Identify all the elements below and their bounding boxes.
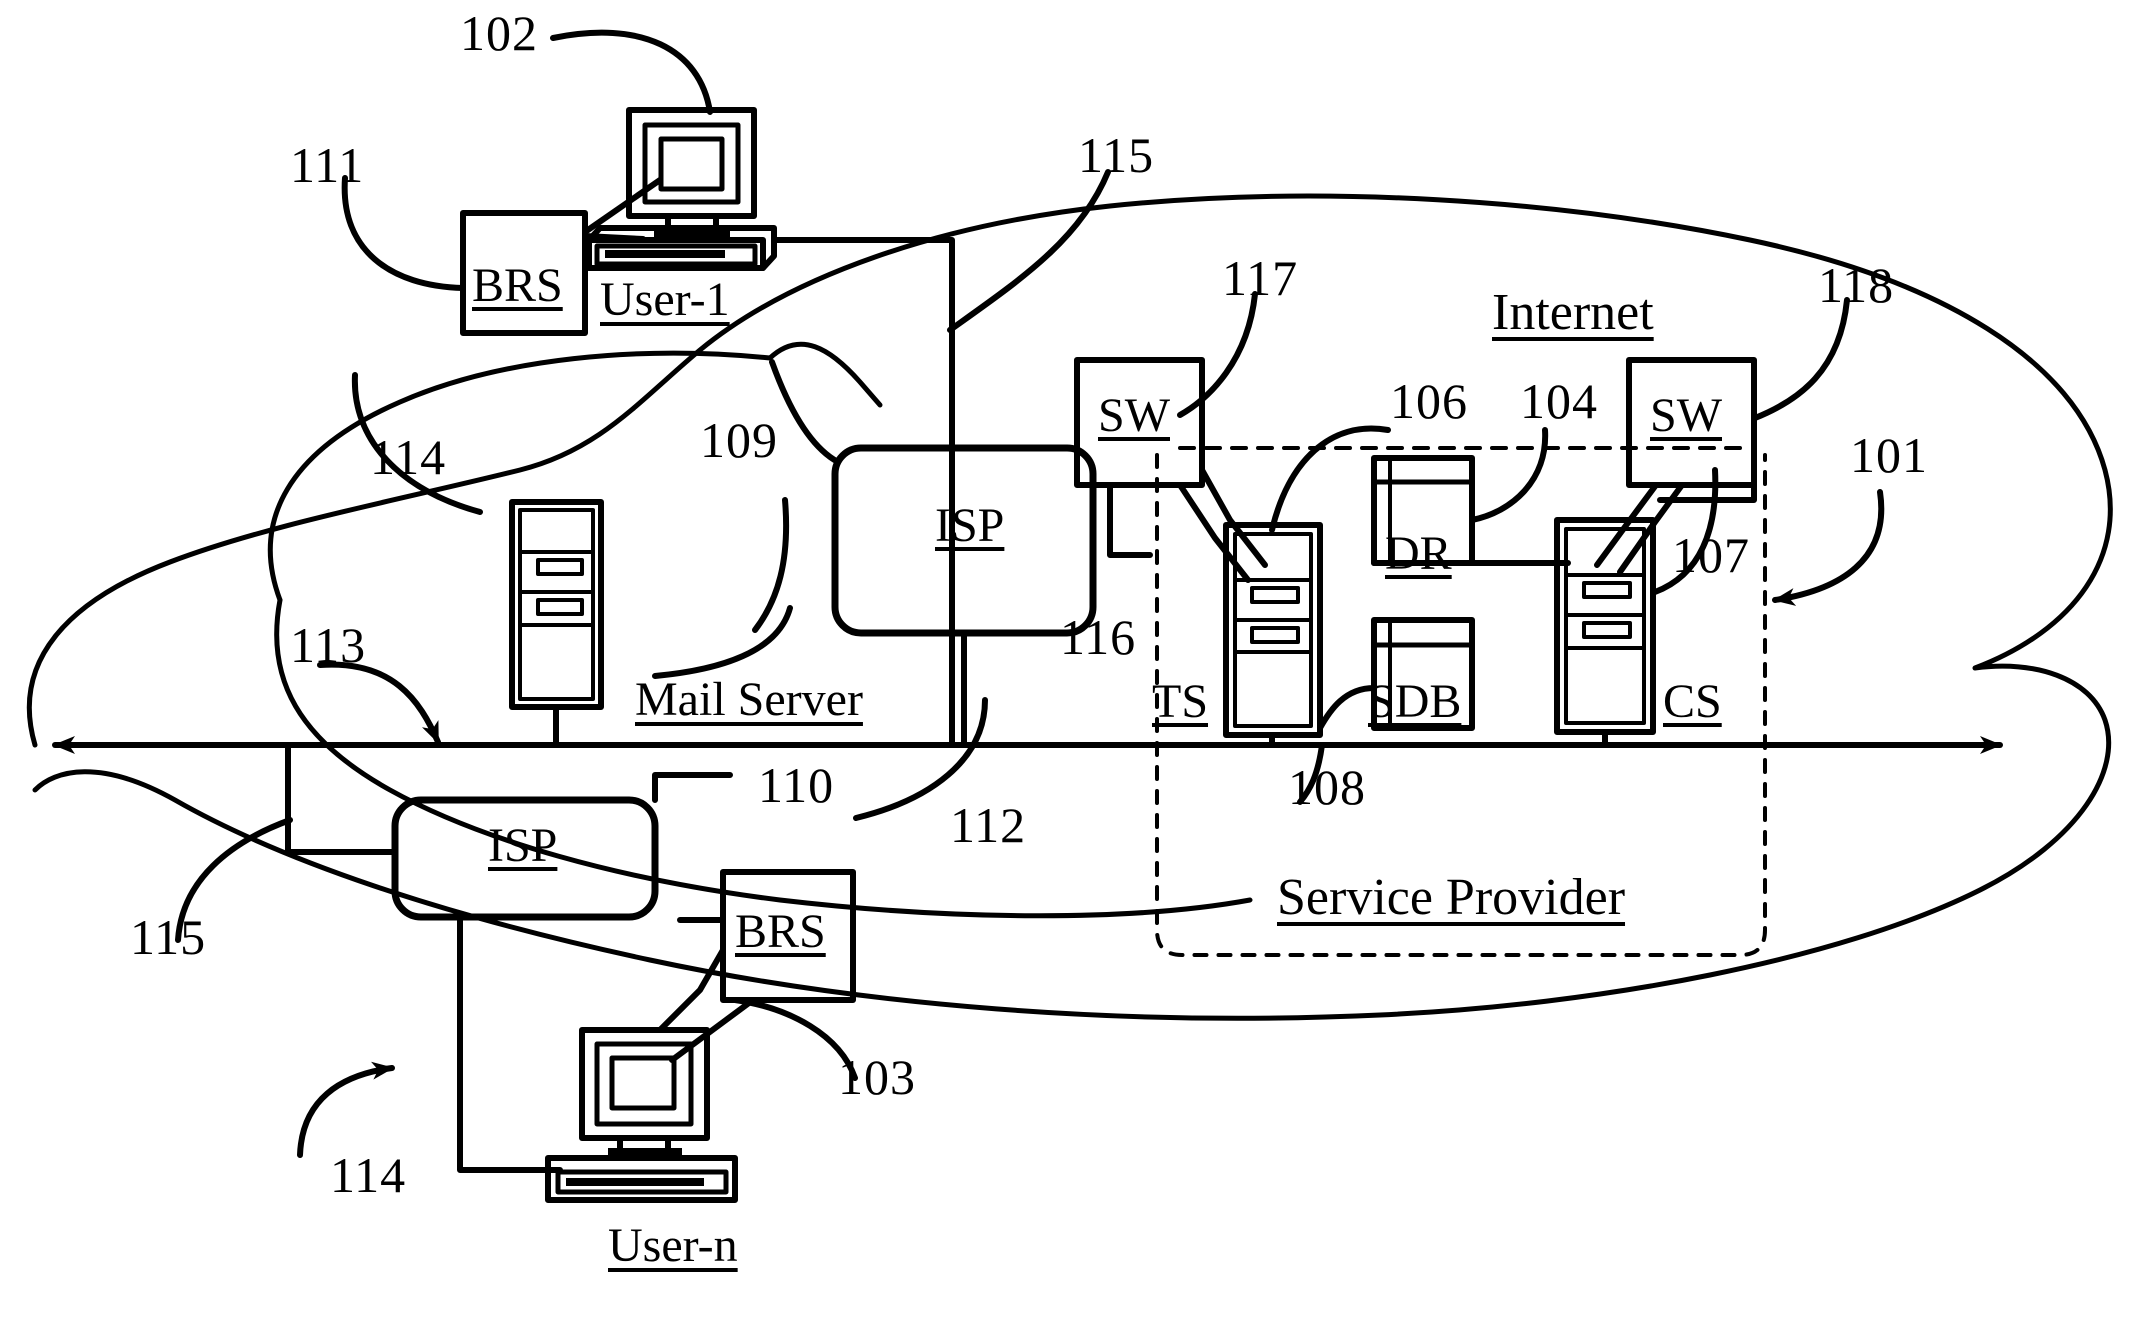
sw-right-label: SW: [1650, 389, 1722, 442]
brs-top-leader2: [582, 233, 646, 242]
usern-monitor-screen: [609, 1055, 677, 1111]
cs-bay1: [1582, 581, 1632, 599]
ref-109: 109: [700, 412, 778, 468]
ref-107: 107: [1672, 527, 1750, 583]
ref-104: 104: [1520, 373, 1598, 429]
brs-bottom-label: BRS: [735, 905, 826, 958]
leader-109: [769, 359, 841, 465]
service-provider-label: Service Provider: [1277, 869, 1626, 926]
cs-bay2: [1582, 621, 1632, 639]
ref-112: 112: [950, 797, 1027, 853]
mail-server-tower-outer: [509, 499, 604, 710]
brs-top-label: BRS: [472, 259, 563, 312]
ref-113: 113: [290, 617, 367, 673]
leader-113: [317, 661, 441, 745]
user1-case-slot-inner: [605, 250, 725, 258]
sw-right-to-cs: [1594, 482, 1659, 568]
cs-label: CS: [1663, 675, 1722, 728]
ref-116: 116: [1060, 609, 1137, 665]
isp-top-label: ISP: [935, 499, 1005, 552]
leader-115-top: [947, 169, 1111, 333]
isp-bottom-label: ISP: [488, 819, 558, 872]
ref-111: 111: [290, 137, 365, 193]
leader-114-bottom: [297, 1061, 395, 1158]
sdb-label: SDB: [1368, 675, 1462, 728]
sdb-to-ts-link: [1317, 685, 1377, 731]
internet-cloud-outline: [26, 193, 2113, 1021]
leader-101: [1772, 489, 1885, 606]
ref-115-top: 115: [1078, 127, 1155, 183]
mail-server-bay1: [536, 558, 584, 576]
usern-case-slot-inner: [566, 1178, 704, 1186]
leader-106: [1269, 425, 1391, 533]
ref-108: 108: [1288, 759, 1366, 815]
ref-102: 102: [460, 5, 538, 61]
brs-top-leader: [582, 177, 663, 235]
leader-102: [550, 29, 713, 115]
sw-left-label: SW: [1098, 389, 1170, 442]
usern-label: User-n: [608, 1219, 738, 1272]
dr-label: DR: [1385, 527, 1452, 580]
mail-server-bay2: [536, 598, 584, 616]
isp-bottom-left-stub: [285, 742, 398, 855]
leader-117: [1177, 291, 1258, 418]
ref-101: 101: [1850, 427, 1928, 483]
ref-115-bottom: 115: [130, 909, 207, 965]
ts-bay1: [1250, 586, 1300, 604]
mail-server-label: Mail Server: [635, 673, 863, 726]
user1-monitor-screen: [658, 136, 725, 192]
ts-label: TS: [1152, 675, 1209, 728]
ref-114-bottom: 114: [330, 1147, 407, 1203]
user1-to-isp-link: [771, 237, 955, 748]
ts-bay2: [1250, 626, 1300, 644]
ref-117: 117: [1222, 250, 1299, 306]
ref-118: 118: [1818, 257, 1895, 313]
isp-bottom-to-usern: [457, 914, 563, 1173]
ref-103: 103: [838, 1049, 916, 1105]
user1-label: User-1: [600, 273, 730, 326]
ref-106: 106: [1390, 373, 1468, 429]
internet-cloud-label: Internet: [1492, 284, 1654, 341]
leader-103: [732, 997, 858, 1081]
ref-114-top: 114: [370, 429, 447, 485]
leader-116: [752, 497, 790, 633]
isp-bottom-to-brs: [652, 772, 733, 803]
ref-110: 110: [758, 757, 835, 813]
leader-110: [652, 605, 793, 679]
leader-104: [1469, 427, 1549, 523]
leader-111: [341, 175, 466, 291]
sw-left-down: [1107, 482, 1153, 558]
patent-figure-canvas: 102 111 115 117 118 106 104 101 107 109 …: [0, 0, 2154, 1319]
leader-118: [1752, 297, 1850, 421]
